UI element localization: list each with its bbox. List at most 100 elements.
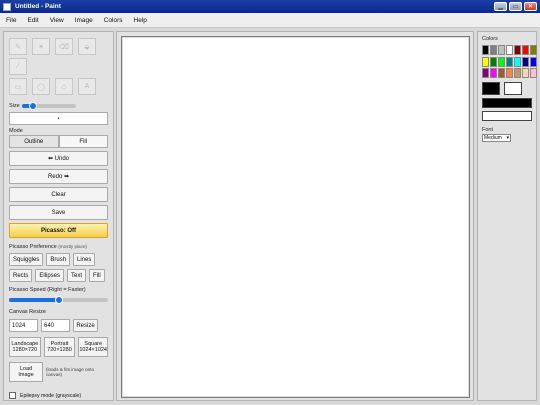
preset-portrait-dims: 720×1280 (47, 347, 72, 353)
menu-view[interactable]: View (50, 17, 64, 24)
color-swatch[interactable] (522, 45, 529, 55)
pref-brush-button[interactable]: Brush (46, 253, 71, 266)
window-title: Untitled - Paint (15, 3, 61, 10)
fill-tool[interactable]: ⬙ (78, 38, 96, 55)
color-swatch[interactable] (490, 68, 497, 78)
menu-image[interactable]: Image (75, 17, 93, 24)
paint-app-icon (3, 2, 11, 11)
outline-button[interactable]: Outline (9, 135, 59, 148)
speed-slider-handle[interactable] (54, 296, 63, 304)
preset-square-button[interactable]: Square 1024×1024 (78, 337, 108, 357)
drawing-canvas[interactable] (121, 36, 470, 398)
ellipse-tool[interactable]: ◯ (32, 78, 50, 95)
canvas-presets: Landscape 1280×720 Portrait 720×1280 Squ… (9, 337, 108, 357)
secondary-color-bar[interactable] (482, 111, 532, 121)
load-image-button[interactable]: Load Image (9, 362, 43, 382)
color-swatch[interactable] (482, 68, 489, 78)
clear-button[interactable]: Clear (9, 187, 108, 202)
color-swatch[interactable] (482, 45, 489, 55)
preset-landscape-button[interactable]: Landscape 1280×720 (9, 337, 41, 357)
color-swatch[interactable] (498, 56, 505, 67)
size-slider[interactable] (21, 102, 76, 110)
font-size-value: Medium (484, 135, 502, 141)
color-swatch[interactable] (490, 45, 497, 55)
maximize-button[interactable]: ▭ (509, 2, 522, 11)
canvas-height-input[interactable]: 640 (41, 319, 70, 332)
size-row: Size (9, 102, 108, 110)
current-colors (482, 82, 532, 95)
close-button[interactable]: ✕ (524, 2, 537, 11)
font-size-select[interactable]: Medium ▾ (482, 134, 511, 142)
color-swatch[interactable] (490, 56, 497, 67)
preset-portrait-button[interactable]: Portrait 720×1280 (43, 337, 76, 357)
pref-rects-button[interactable]: Rects (9, 269, 33, 282)
picasso-speed-slider[interactable] (9, 296, 108, 304)
picasso-pref-row-2: Rects Ellipses Text Fill (9, 269, 108, 282)
picasso-toggle-button[interactable]: Picasso: Off (9, 223, 108, 238)
star-tool[interactable]: ✶ (32, 38, 50, 55)
rectangle-icon: ▭ (14, 83, 22, 91)
color-swatch[interactable] (506, 45, 513, 55)
primary-color-swatch[interactable] (482, 82, 500, 95)
picasso-pref-hint: (mostly place) (58, 244, 87, 249)
title-bar: Untitled - Paint ▁ ▭ ✕ (0, 0, 540, 13)
tool-grid: ✎ ✶ ⌫ ⬙ ⁄ ▭ ◯ ◇ A (9, 38, 108, 95)
pref-fill-button[interactable]: Fill (89, 269, 105, 282)
diamond-icon: ◇ (61, 83, 67, 91)
picasso-pref-row-1: Squiggles Brush Lines (9, 253, 108, 266)
mode-toggle: Outline Fill (9, 135, 108, 148)
color-swatch[interactable] (506, 56, 513, 67)
eraser-tool[interactable]: ⌫ (55, 38, 73, 55)
chevron-down-icon: ▾ (506, 135, 509, 141)
color-swatch[interactable] (530, 56, 537, 67)
color-swatch[interactable] (514, 45, 521, 55)
rectangle-tool[interactable]: ▭ (9, 78, 27, 95)
color-swatch[interactable] (498, 45, 505, 55)
resize-button[interactable]: Resize (73, 319, 98, 332)
canvas-resize-row: 1024 640 Resize (9, 319, 108, 332)
load-image-label-2: Image (18, 372, 34, 378)
size-slider-handle[interactable] (28, 102, 37, 110)
primary-color-bar[interactable] (482, 98, 532, 108)
pref-text-button[interactable]: Text (67, 269, 87, 282)
star-icon: ✶ (38, 43, 44, 51)
pref-squiggles-button[interactable]: Squiggles (9, 253, 44, 266)
color-swatch[interactable] (514, 56, 521, 67)
color-swatch[interactable] (514, 68, 521, 78)
pencil-tool[interactable]: ✎ (9, 38, 27, 55)
color-swatch[interactable] (506, 68, 513, 78)
menu-edit[interactable]: Edit (27, 17, 38, 24)
color-swatch[interactable] (522, 68, 529, 78)
color-swatch[interactable] (482, 56, 489, 67)
text-icon: A (84, 83, 90, 90)
color-swatch[interactable] (498, 68, 505, 78)
secondary-color-swatch[interactable] (504, 82, 522, 95)
text-tool[interactable]: A (78, 78, 96, 95)
polygon-tool[interactable]: ◇ (55, 78, 73, 95)
font-label: Font (482, 127, 494, 133)
pencil-icon: ✎ (15, 43, 21, 51)
pref-ellipses-button[interactable]: Ellipses (35, 269, 65, 282)
line-tool[interactable]: ⁄ (9, 58, 27, 75)
left-tool-panel: ✎ ✶ ⌫ ⬙ ⁄ ▭ ◯ ◇ A Size • Mode Outline Fi… (3, 31, 114, 401)
epilepsy-mode-checkbox[interactable] (9, 392, 16, 399)
undo-button[interactable]: ⬅ Undo (9, 151, 108, 166)
preset-square-dims: 1024×1024 (79, 347, 107, 353)
menu-file[interactable]: File (6, 17, 16, 24)
canvas-width-input[interactable]: 1024 (9, 319, 38, 332)
menu-help[interactable]: Help (134, 17, 147, 24)
pref-lines-button[interactable]: Lines (73, 253, 96, 266)
window-controls: ▁ ▭ ✕ (494, 2, 537, 11)
color-palette (482, 45, 537, 78)
color-swatch[interactable] (522, 56, 529, 67)
fill-button[interactable]: Fill (58, 135, 108, 148)
save-button[interactable]: Save (9, 205, 108, 220)
color-swatch[interactable] (530, 68, 537, 78)
minimize-button[interactable]: ▁ (494, 2, 507, 11)
redo-button[interactable]: Redo ➡ (9, 169, 108, 184)
menu-colors[interactable]: Colors (104, 17, 123, 24)
load-image-row: Load Image (loads & fits image onto canv… (9, 362, 108, 382)
size-label: Size (9, 103, 20, 109)
load-image-note: (loads & fits image onto canvas) (46, 366, 95, 378)
color-swatch[interactable] (530, 45, 537, 55)
